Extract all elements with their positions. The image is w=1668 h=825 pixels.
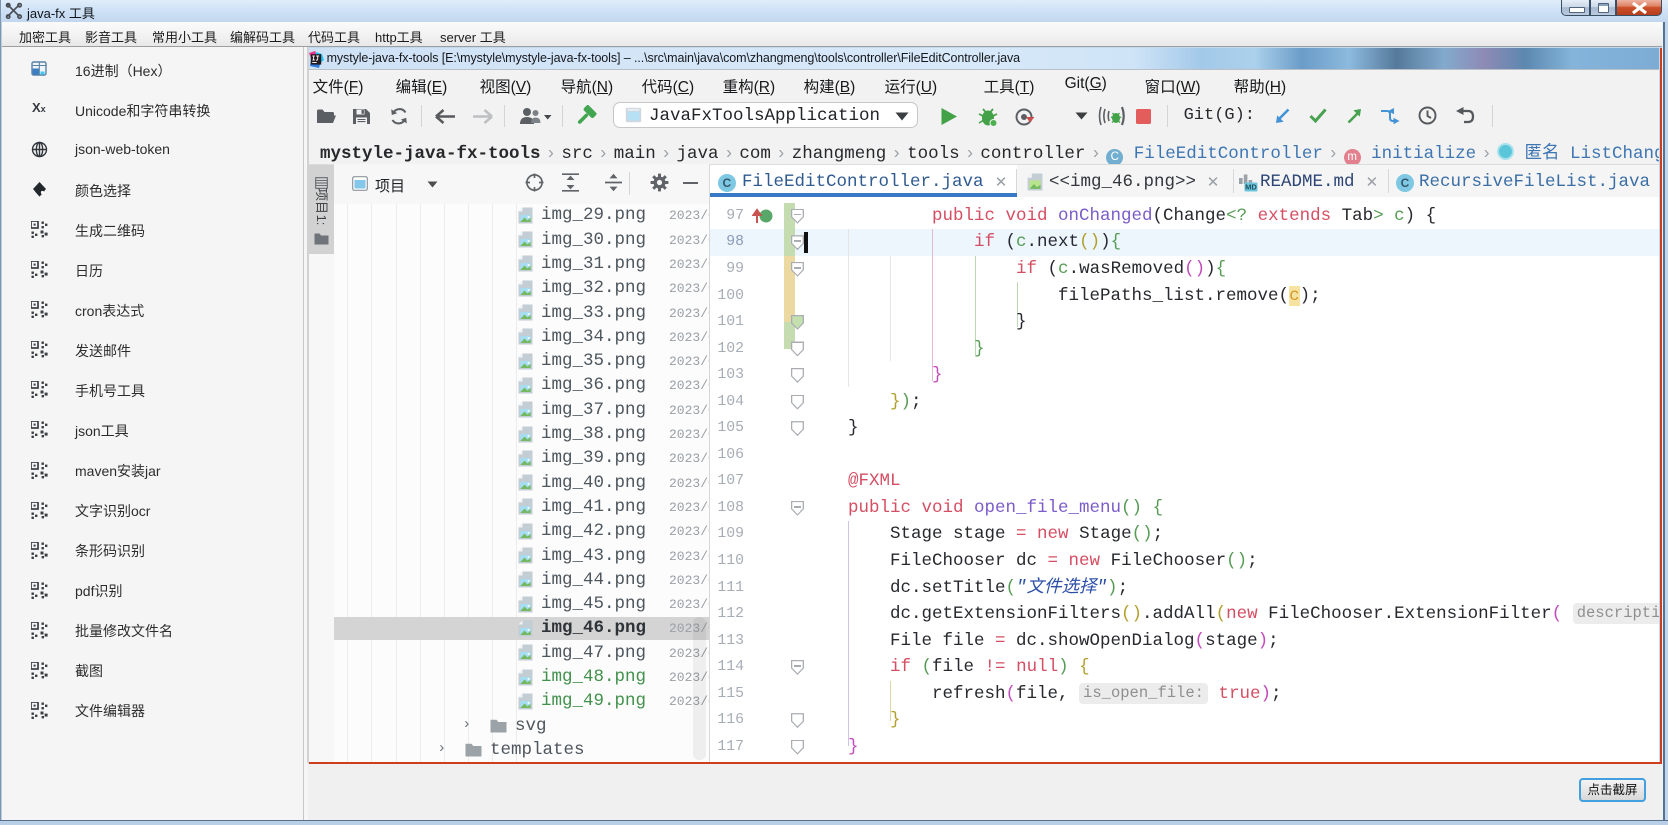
svg-text:MD: MD (1245, 182, 1257, 191)
